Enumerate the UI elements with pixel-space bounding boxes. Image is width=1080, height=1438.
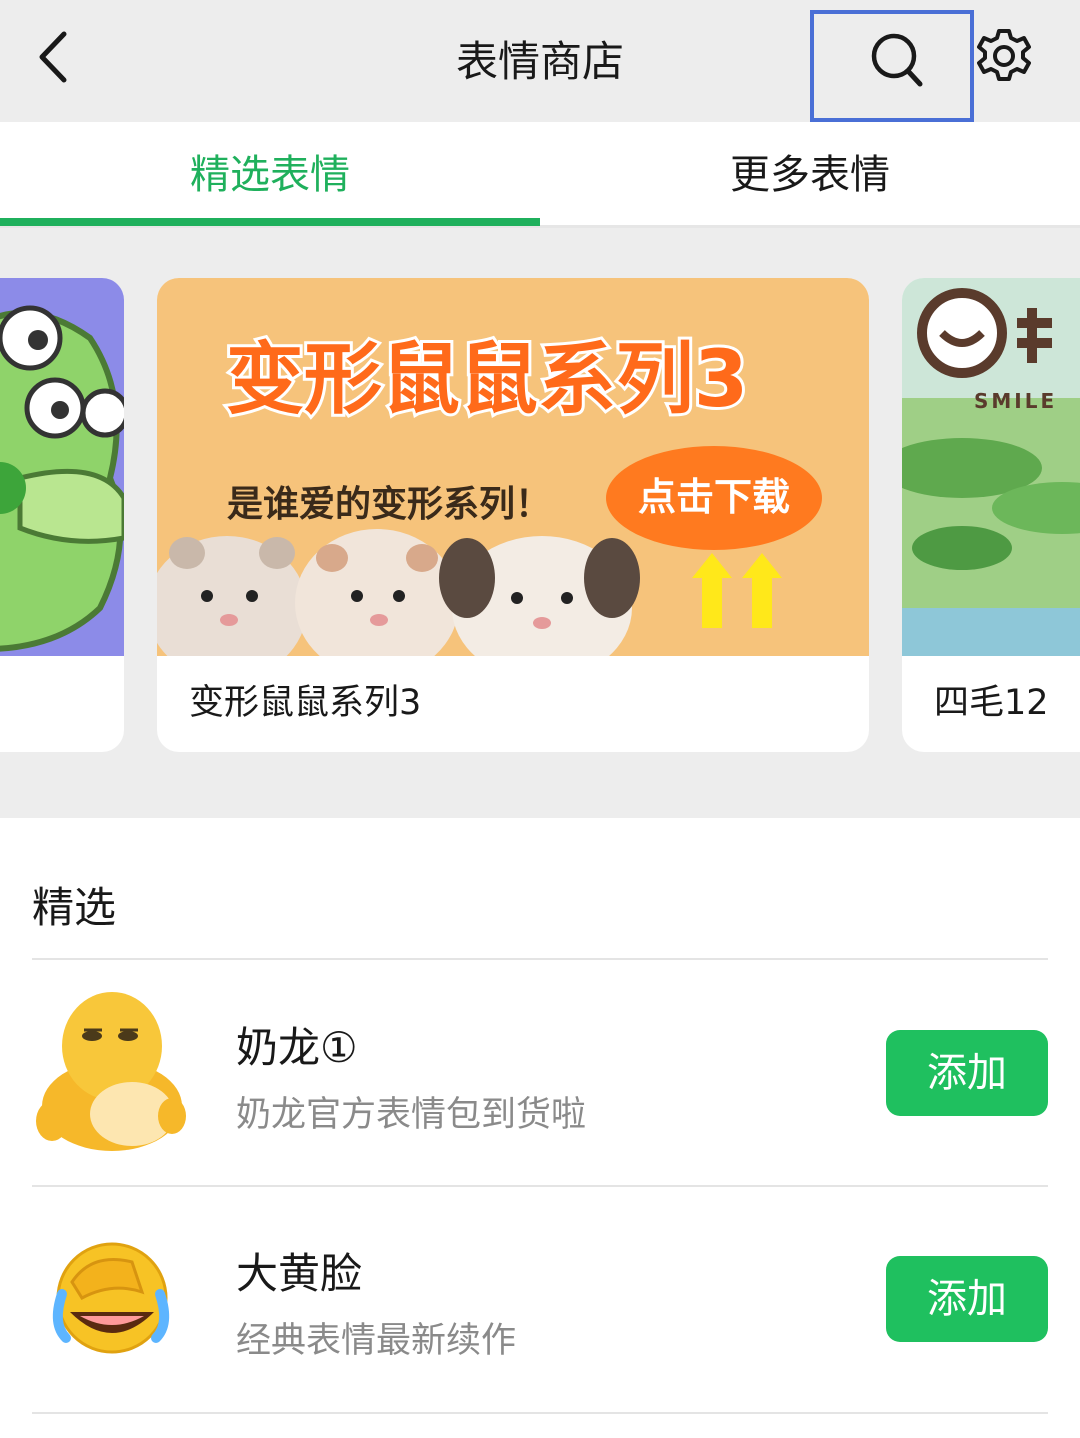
banner-image-hamster: 变形鼠鼠系列3 是谁爱的变形系列！ 点击下载 bbox=[157, 278, 869, 656]
sticker-description: 奶龙官方表情包到货啦 bbox=[236, 1095, 587, 1135]
banner-card-current[interactable]: 变形鼠鼠系列3 是谁爱的变形系列！ 点击下载 变形鼠鼠系列3 bbox=[157, 278, 869, 752]
banner-card-label: 四毛12 bbox=[934, 683, 1049, 723]
active-tab-indicator bbox=[0, 218, 540, 226]
sticker-description: 经典表情最新续作 bbox=[236, 1321, 517, 1361]
section-title: 精选 bbox=[32, 883, 117, 932]
tab-more[interactable]: 更多表情 bbox=[540, 122, 1080, 228]
list-item[interactable]: 奶龙① 奶龙官方表情包到货啦 添加 bbox=[0, 986, 1080, 1212]
hamster-photo-1 bbox=[157, 536, 307, 656]
sticker-name: 奶龙① bbox=[236, 1023, 358, 1072]
list-item[interactable]: 大黄脸 经典表情最新续作 添加 bbox=[0, 1212, 1080, 1438]
search-button[interactable] bbox=[810, 10, 974, 122]
sticker-name: 大黄脸 bbox=[236, 1249, 363, 1298]
banner-image-frog bbox=[0, 278, 124, 656]
banner-headline: 变形鼠鼠系列3 bbox=[226, 335, 748, 425]
tab-featured[interactable]: 精选表情 bbox=[0, 122, 540, 228]
sticker-thumbnail-yellow-face bbox=[32, 1212, 192, 1382]
banner-card-label: 变形鼠鼠系列3 bbox=[189, 683, 422, 723]
add-button[interactable]: 添加 bbox=[886, 1256, 1048, 1342]
banner-tagline: 是谁爱的变形系列！ bbox=[227, 483, 551, 525]
banner-card-next[interactable]: SMILE 四毛12 bbox=[902, 278, 1080, 752]
add-button[interactable]: 添加 bbox=[886, 1030, 1048, 1116]
sticker-thumbnail-nailong bbox=[32, 986, 192, 1156]
settings-button[interactable] bbox=[974, 26, 1034, 86]
divider bbox=[32, 1185, 1048, 1187]
gear-icon bbox=[977, 29, 1031, 81]
hamster-photo-3 bbox=[439, 536, 640, 656]
top-bar: 表情商店 bbox=[0, 0, 1080, 122]
divider bbox=[32, 1412, 1048, 1414]
banner-image-simao: SMILE bbox=[902, 278, 1080, 656]
banner-card-prev[interactable] bbox=[0, 278, 124, 752]
tab-bar: 精选表情 更多表情 bbox=[0, 122, 1080, 228]
search-icon bbox=[871, 33, 923, 87]
banner-cta: 点击下载 bbox=[638, 475, 790, 519]
banner-carousel[interactable]: 变形鼠鼠系列3 是谁爱的变形系列！ 点击下载 变形鼠鼠系列3 SMILE 四毛1… bbox=[0, 228, 1080, 818]
banner-logo-text: SMILE bbox=[974, 389, 1057, 413]
divider bbox=[32, 958, 1048, 960]
